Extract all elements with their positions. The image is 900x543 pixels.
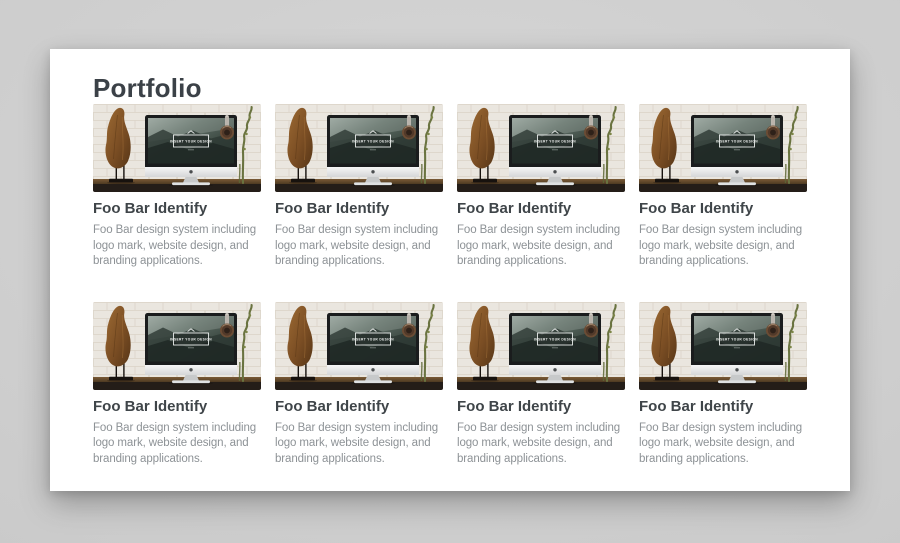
apple-logo-icon [735,368,738,371]
portfolio-item-title[interactable]: Foo Bar Identify [639,200,807,218]
imac: INSERT YOUR DESIGN [145,313,237,385]
imac: INSERT YOUR DESIGN [509,115,601,187]
apple-logo-icon [189,368,192,371]
screen-label: INSERT YOUR DESIGN [534,140,576,144]
imac: INSERT YOUR DESIGN [145,115,237,187]
portfolio-item-description: Foo Bar design system including logo mar… [93,421,261,468]
portfolio-item-title[interactable]: Foo Bar Identify [93,200,261,218]
imac-stand [365,375,381,381]
screen-subcaption [734,347,740,348]
imac: INSERT YOUR DESIGN [327,115,419,187]
imac-stand [729,177,745,183]
portfolio-thumbnail[interactable]: INSERT YOUR DESIGN [275,104,443,192]
portfolio-item-description: Foo Bar design system including logo mar… [275,421,443,468]
portfolio-thumbnail[interactable]: INSERT YOUR DESIGN [457,302,625,390]
imac-stand-base [172,182,210,185]
imac: INSERT YOUR DESIGN [327,313,419,385]
portfolio-thumbnail[interactable]: INSERT YOUR DESIGN [639,104,807,192]
screen-label: INSERT YOUR DESIGN [170,337,212,341]
portfolio-thumbnail[interactable]: INSERT YOUR DESIGN [275,302,443,390]
apple-logo-icon [735,170,738,173]
imac-desk-mockup-image: INSERT YOUR DESIGN [275,104,443,192]
imac-stand [729,375,745,381]
imac: INSERT YOUR DESIGN [691,313,783,385]
imac-stand [547,177,563,183]
apple-logo-icon [553,368,556,371]
portfolio-thumbnail[interactable]: INSERT YOUR DESIGN [93,104,261,192]
imac-desk-mockup-image: INSERT YOUR DESIGN [275,302,443,390]
screen-label: INSERT YOUR DESIGN [170,140,212,144]
portfolio-item-title[interactable]: Foo Bar Identify [457,398,625,416]
portfolio-item-title[interactable]: Foo Bar Identify [639,398,807,416]
portfolio-item[interactable]: INSERT YOUR DESIGN [275,302,443,468]
portfolio-item-title[interactable]: Foo Bar Identify [93,398,261,416]
imac-desk-mockup-image: INSERT YOUR DESIGN [639,104,807,192]
portfolio-item-title[interactable]: Foo Bar Identify [275,200,443,218]
portfolio-item[interactable]: INSERT YOUR DESIGN [639,302,807,468]
screen-subcaption [188,150,194,151]
imac-stand-base [718,182,756,185]
imac-desk-mockup-image: INSERT YOUR DESIGN [93,104,261,192]
portfolio-item-title[interactable]: Foo Bar Identify [275,398,443,416]
screen-label: INSERT YOUR DESIGN [534,337,576,341]
screen-subcaption [552,347,558,348]
imac-stand-base [354,182,392,185]
apple-logo-icon [553,170,556,173]
page-title: Portfolio [93,73,807,103]
portfolio-item[interactable]: INSERT YOUR DESIGN [275,104,443,270]
portfolio-item-description: Foo Bar design system including logo mar… [275,223,443,270]
screen-label: INSERT YOUR DESIGN [716,140,758,144]
portfolio-item-description: Foo Bar design system including logo mar… [639,223,807,270]
screen-label: INSERT YOUR DESIGN [352,140,394,144]
portfolio-thumbnail[interactable]: INSERT YOUR DESIGN [93,302,261,390]
screen-subcaption [734,150,740,151]
screen-subcaption [188,347,194,348]
imac-stand [183,177,199,183]
screen-label: INSERT YOUR DESIGN [716,337,758,341]
imac-stand-base [354,380,392,383]
portfolio-item-description: Foo Bar design system including logo mar… [457,223,625,270]
screen-label: INSERT YOUR DESIGN [352,337,394,341]
imac-stand-base [536,380,574,383]
imac-stand [365,177,381,183]
imac-desk-mockup-image: INSERT YOUR DESIGN [457,302,625,390]
screen-subcaption [370,347,376,348]
apple-logo-icon [371,170,374,173]
portfolio-thumbnail[interactable]: INSERT YOUR DESIGN [639,302,807,390]
portfolio-item[interactable]: INSERT YOUR DESIGN [93,104,261,270]
portfolio-thumbnail[interactable]: INSERT YOUR DESIGN [457,104,625,192]
screen-subcaption [552,150,558,151]
portfolio-item[interactable]: INSERT YOUR DESIGN [93,302,261,468]
imac-desk-mockup-image: INSERT YOUR DESIGN [457,104,625,192]
content-card: Portfolio [50,49,850,491]
imac-stand-base [536,182,574,185]
imac-desk-mockup-image: INSERT YOUR DESIGN [639,302,807,390]
imac: INSERT YOUR DESIGN [691,115,783,187]
imac: INSERT YOUR DESIGN [509,313,601,385]
portfolio-item[interactable]: INSERT YOUR DESIGN [639,104,807,270]
imac-stand [547,375,563,381]
imac-stand [183,375,199,381]
imac-stand-base [718,380,756,383]
imac-desk-mockup-image: INSERT YOUR DESIGN [93,302,261,390]
screen-subcaption [370,150,376,151]
portfolio-item[interactable]: INSERT YOUR DESIGN [457,104,625,270]
portfolio-item-description: Foo Bar design system including logo mar… [639,421,807,468]
portfolio-item-title[interactable]: Foo Bar Identify [457,200,625,218]
imac-stand-base [172,380,210,383]
apple-logo-icon [371,368,374,371]
portfolio-item[interactable]: INSERT YOUR DESIGN [457,302,625,468]
portfolio-item-description: Foo Bar design system including logo mar… [457,421,625,468]
portfolio-item-description: Foo Bar design system including logo mar… [93,223,261,270]
page-background: { "header": { "title": "Portfolio" }, "m… [0,0,900,543]
portfolio-grid: INSERT YOUR DESIGN [93,104,807,467]
apple-logo-icon [189,170,192,173]
